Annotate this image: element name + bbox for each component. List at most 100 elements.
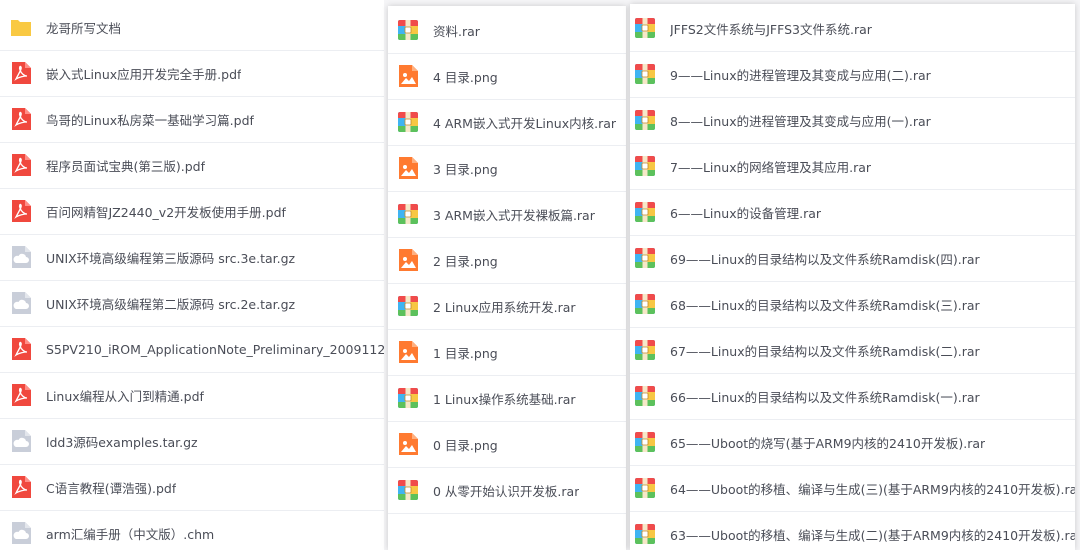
file-name: Linux编程从入门到精通.pdf bbox=[46, 388, 204, 404]
rar-icon bbox=[397, 202, 419, 226]
file-name: 0 从零开始认识开发板.rar bbox=[433, 483, 580, 499]
image-icon bbox=[397, 64, 419, 88]
pdf-icon bbox=[10, 199, 32, 223]
file-name: 1 Linux操作系统基础.rar bbox=[433, 391, 576, 407]
rar-icon bbox=[397, 294, 419, 318]
rar-icon bbox=[634, 292, 656, 316]
file-name: S5PV210_iROM_ApplicationNote_Preliminary… bbox=[46, 341, 384, 357]
file-name: 嵌入式Linux应用开发完全手册.pdf bbox=[46, 66, 242, 82]
file-name: C语言教程(谭浩强).pdf bbox=[46, 480, 177, 496]
rar-icon bbox=[397, 386, 419, 410]
rar-icon bbox=[397, 18, 419, 42]
file-row[interactable]: 0 从零开始认识开发板.rar bbox=[388, 467, 626, 514]
file-row[interactable]: UNIX环境高级编程第三版源码 src.3e.tar.gz bbox=[0, 234, 384, 281]
file-row[interactable]: 2 目录.png bbox=[388, 237, 626, 284]
file-name: ldd3源码examples.tar.gz bbox=[46, 434, 198, 450]
file-row[interactable]: S5PV210_iROM_ApplicationNote_Preliminary… bbox=[0, 326, 384, 373]
file-name: 2 目录.png bbox=[433, 253, 498, 269]
rar-icon bbox=[634, 246, 656, 270]
pdf-icon bbox=[10, 337, 32, 361]
file-row[interactable]: 7——Linux的网络管理及其应用.rar bbox=[630, 143, 1075, 190]
file-row[interactable]: 66——Linux的目录结构以及文件系统Ramdisk(一).rar bbox=[630, 373, 1075, 420]
file-row[interactable]: 4 目录.png bbox=[388, 53, 626, 100]
file-name: 7——Linux的网络管理及其应用.rar bbox=[670, 159, 872, 175]
file-name: 65——Uboot的烧写(基于ARM9内核的2410开发板).rar bbox=[670, 435, 986, 451]
file-name: 66——Linux的目录结构以及文件系统Ramdisk(一).rar bbox=[670, 389, 980, 405]
file-name: 3 ARM嵌入式开发裸板篇.rar bbox=[433, 207, 595, 223]
rar-icon bbox=[634, 430, 656, 454]
file-name: 63——Uboot的移植、编译与生成(二)(基于ARM9内核的2410开发板).… bbox=[670, 527, 1075, 543]
rar-icon bbox=[397, 110, 419, 134]
file-row[interactable]: 鸟哥的Linux私房菜一基础学习篇.pdf bbox=[0, 96, 384, 143]
file-row[interactable]: JFFS2文件系统与JFFS3文件系统.rar bbox=[630, 5, 1075, 52]
file-row[interactable]: Linux编程从入门到精通.pdf bbox=[0, 372, 384, 419]
file-row[interactable]: 资料.rar bbox=[388, 7, 626, 54]
file-name: arm汇编手册（中文版）.chm bbox=[46, 526, 215, 542]
file-row[interactable]: 程序员面试宝典(第三版).pdf bbox=[0, 142, 384, 189]
file-row[interactable]: 嵌入式Linux应用开发完全手册.pdf bbox=[0, 50, 384, 97]
file-name: UNIX环境高级编程第二版源码 src.2e.tar.gz bbox=[46, 296, 296, 312]
archive-icon bbox=[10, 429, 32, 453]
folder-icon bbox=[10, 15, 32, 39]
rar-icon bbox=[634, 338, 656, 362]
file-row[interactable]: 8——Linux的进程管理及其变成与应用(一).rar bbox=[630, 97, 1075, 144]
rar-icon bbox=[634, 108, 656, 132]
rar-icon bbox=[634, 522, 656, 546]
file-list-panel-2: 资料.rar 4 目录.png 4 ARM嵌入式开发Linux内核.rar 3 目录.… bbox=[388, 6, 626, 550]
file-row[interactable]: 69——Linux的目录结构以及文件系统Ramdisk(四).rar bbox=[630, 235, 1075, 282]
archive-icon bbox=[10, 245, 32, 269]
file-row[interactable]: 68——Linux的目录结构以及文件系统Ramdisk(三).rar bbox=[630, 281, 1075, 328]
archive-icon bbox=[10, 521, 32, 545]
file-row[interactable]: 65——Uboot的烧写(基于ARM9内核的2410开发板).rar bbox=[630, 419, 1075, 466]
file-name: 龙哥所写文档 bbox=[46, 20, 122, 36]
image-icon bbox=[397, 156, 419, 180]
file-row[interactable]: 龙哥所写文档 bbox=[0, 4, 384, 51]
file-row[interactable]: 3 目录.png bbox=[388, 145, 626, 192]
file-name: 资料.rar bbox=[433, 23, 480, 39]
file-name: 4 ARM嵌入式开发Linux内核.rar bbox=[433, 115, 617, 131]
rar-icon bbox=[634, 16, 656, 40]
archive-icon bbox=[10, 291, 32, 315]
file-list-panel-1: 龙哥所写文档嵌入式Linux应用开发完全手册.pdf 鸟哥的Linux私房菜一基础… bbox=[0, 0, 384, 550]
rar-icon bbox=[634, 62, 656, 86]
file-name: 1 目录.png bbox=[433, 345, 498, 361]
file-name: 2 Linux应用系统开发.rar bbox=[433, 299, 576, 315]
file-row[interactable]: 2 Linux应用系统开发.rar bbox=[388, 283, 626, 330]
file-row[interactable]: 9——Linux的进程管理及其变成与应用(二).rar bbox=[630, 51, 1075, 98]
rar-icon bbox=[634, 384, 656, 408]
image-icon bbox=[397, 432, 419, 456]
image-icon bbox=[397, 340, 419, 364]
file-name: 9——Linux的进程管理及其变成与应用(二).rar bbox=[670, 67, 931, 83]
file-row[interactable]: 6——Linux的设备管理.rar bbox=[630, 189, 1075, 236]
file-row[interactable]: 63——Uboot的移植、编译与生成(二)(基于ARM9内核的2410开发板).… bbox=[630, 511, 1075, 550]
file-name: 64——Uboot的移植、编译与生成(三)(基于ARM9内核的2410开发板).… bbox=[670, 481, 1075, 497]
file-row[interactable]: ldd3源码examples.tar.gz bbox=[0, 418, 384, 465]
pdf-icon bbox=[10, 383, 32, 407]
file-name: 程序员面试宝典(第三版).pdf bbox=[46, 158, 205, 174]
file-name: 4 目录.png bbox=[433, 69, 498, 85]
pdf-icon bbox=[10, 475, 32, 499]
file-name: 6——Linux的设备管理.rar bbox=[670, 205, 822, 221]
file-name: 8——Linux的进程管理及其变成与应用(一).rar bbox=[670, 113, 931, 129]
file-name: 67——Linux的目录结构以及文件系统Ramdisk(二).rar bbox=[670, 343, 980, 359]
file-row[interactable]: 1 Linux操作系统基础.rar bbox=[388, 375, 626, 422]
file-row[interactable]: 3 ARM嵌入式开发裸板篇.rar bbox=[388, 191, 626, 238]
file-name: UNIX环境高级编程第三版源码 src.3e.tar.gz bbox=[46, 250, 296, 266]
file-row[interactable]: 64——Uboot的移植、编译与生成(三)(基于ARM9内核的2410开发板).… bbox=[630, 465, 1075, 512]
rar-icon bbox=[634, 200, 656, 224]
file-row[interactable]: 0 目录.png bbox=[388, 421, 626, 468]
file-row[interactable]: arm汇编手册（中文版）.chm bbox=[0, 510, 384, 550]
file-row[interactable]: 1 目录.png bbox=[388, 329, 626, 376]
pdf-icon bbox=[10, 61, 32, 85]
file-row[interactable]: 4 ARM嵌入式开发Linux内核.rar bbox=[388, 99, 626, 146]
file-row[interactable]: C语言教程(谭浩强).pdf bbox=[0, 464, 384, 511]
pdf-icon bbox=[10, 153, 32, 177]
file-row[interactable]: 67——Linux的目录结构以及文件系统Ramdisk(二).rar bbox=[630, 327, 1075, 374]
file-name: JFFS2文件系统与JFFS3文件系统.rar bbox=[670, 21, 872, 37]
file-name: 3 目录.png bbox=[433, 161, 498, 177]
file-row[interactable]: UNIX环境高级编程第二版源码 src.2e.tar.gz bbox=[0, 280, 384, 327]
file-name: 0 目录.png bbox=[433, 437, 498, 453]
file-row[interactable]: 百问网精智JZ2440_v2开发板使用手册.pdf bbox=[0, 188, 384, 235]
file-name: 鸟哥的Linux私房菜一基础学习篇.pdf bbox=[46, 112, 254, 128]
rar-icon bbox=[397, 478, 419, 502]
